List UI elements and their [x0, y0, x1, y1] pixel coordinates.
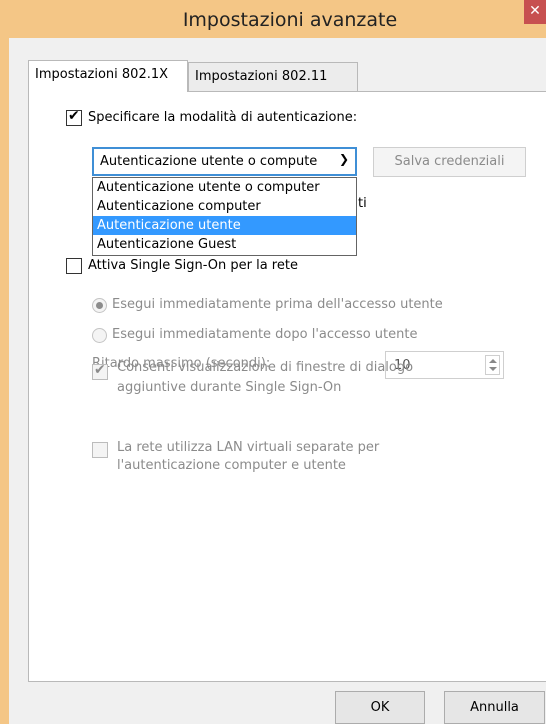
- sso-after-logon-label: Esegui immediatamente dopo l'accesso ute…: [112, 327, 418, 342]
- auth-mode-selected-value: Autenticazione utente o compute: [100, 154, 318, 169]
- check-icon: ✔: [68, 108, 80, 124]
- allow-dialogs-label-line2: aggiuntive durante Single Sign-On: [117, 380, 342, 395]
- title-bar: Impostazioni avanzate ✕: [0, 0, 546, 38]
- separate-vlan-label-line2: l'autenticazione computer e utente: [117, 458, 346, 473]
- auth-option-guest[interactable]: Autenticazione Guest: [93, 235, 356, 254]
- sso-before-logon-label: Esegui immediatamente prima dell'accesso…: [112, 297, 443, 312]
- auth-option-computer[interactable]: Autenticazione computer: [93, 197, 356, 216]
- hidden-text-fragment: ti: [358, 196, 367, 211]
- window-title: Impostazioni avanzate: [182, 9, 398, 31]
- close-icon[interactable]: ✕: [524, 0, 546, 24]
- auth-option-user-or-computer[interactable]: Autenticazione utente o computer: [93, 178, 356, 197]
- sso-enable-label: Attiva Single Sign-On per la rete: [84, 258, 302, 273]
- tab-802-11[interactable]: Impostazioni 802.11: [188, 62, 358, 92]
- spin-up-icon[interactable]: [489, 359, 497, 363]
- check-icon: ✔: [94, 362, 106, 378]
- spinner-buttons[interactable]: [485, 355, 500, 375]
- allow-dialogs-label-line1: Consenti visualizzazione di finestre di …: [117, 360, 414, 375]
- save-credentials-button[interactable]: Salva credenziali: [373, 147, 526, 177]
- auth-mode-dropdown-list: Autenticazione utente o computer Autenti…: [92, 177, 357, 256]
- auth-mode-select[interactable]: Autenticazione utente o compute ❯: [92, 147, 357, 176]
- spin-down-icon[interactable]: [489, 367, 497, 371]
- auth-mode-label: Specificare la modalità di autenticazion…: [84, 110, 362, 125]
- separate-vlan-label-line1: La rete utilizza LAN virtuali separate p…: [117, 440, 380, 455]
- sso-after-logon-radio[interactable]: [92, 328, 107, 343]
- tab-802-1x[interactable]: Impostazioni 802.1X: [28, 60, 188, 92]
- auth-mode-checkbox[interactable]: ✔: [66, 108, 82, 126]
- sso-before-logon-radio[interactable]: [92, 298, 107, 313]
- allow-dialogs-checkbox[interactable]: ✔: [92, 362, 108, 380]
- auth-option-user[interactable]: Autenticazione utente: [93, 216, 356, 235]
- ok-button[interactable]: OK: [335, 691, 425, 724]
- radio-selected-dot: [96, 302, 103, 309]
- sso-enable-checkbox[interactable]: [66, 258, 82, 274]
- cancel-button[interactable]: Annulla: [444, 691, 545, 724]
- chevron-down-icon: ❯: [338, 152, 349, 166]
- separate-vlan-checkbox[interactable]: [92, 442, 108, 458]
